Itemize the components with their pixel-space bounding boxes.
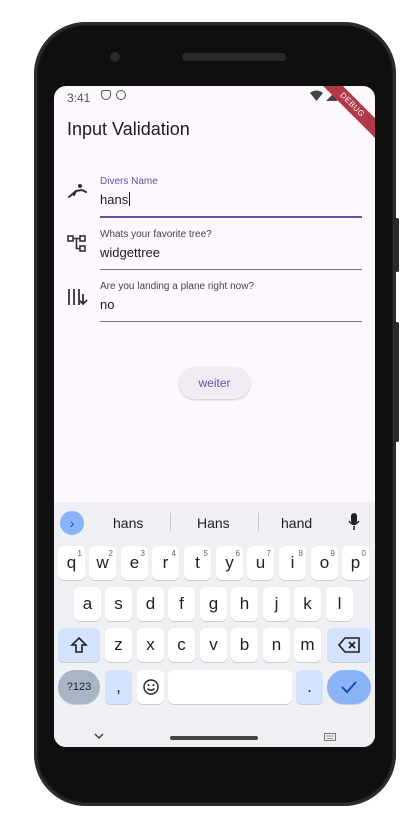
suggestion-1[interactable]: hans (113, 515, 143, 531)
backspace-icon (337, 637, 360, 653)
wifi-icon (310, 90, 323, 101)
key-t[interactable]: t5 (184, 546, 211, 580)
key-hint: 5 (203, 549, 208, 558)
key-i[interactable]: i8 (279, 546, 306, 580)
key-h[interactable]: h (231, 587, 258, 621)
volume-button (395, 218, 399, 272)
key-f[interactable]: f (168, 587, 195, 621)
key-hint: 4 (171, 549, 176, 558)
page-title: Input Validation (67, 119, 190, 139)
tree-structure-icon (67, 235, 86, 252)
field-underline (100, 269, 362, 270)
key-i-label: i (290, 553, 295, 572)
enter-key[interactable] (327, 670, 371, 704)
key-x[interactable]: x (137, 628, 164, 662)
key-hint: 8 (298, 549, 303, 558)
divers-name-field[interactable]: Divers Name hans (100, 176, 362, 218)
shield-icon (101, 90, 111, 100)
navigation-bar (54, 728, 375, 747)
emoji-key[interactable] (137, 670, 164, 704)
diver-icon (68, 184, 87, 198)
key-v[interactable]: v (200, 628, 227, 662)
hide-keyboard-icon[interactable] (94, 733, 104, 740)
key-t-label: t (195, 553, 200, 572)
favorite-tree-value: widgettree (100, 245, 160, 260)
shift-icon (70, 636, 88, 653)
key-y[interactable]: y6 (216, 546, 243, 580)
key-a[interactable]: a (74, 587, 101, 621)
symbols-key[interactable]: ?123 (58, 670, 100, 704)
space-key[interactable] (168, 670, 292, 704)
key-p[interactable]: p0 (342, 546, 369, 580)
status-time: 3:41 (67, 91, 91, 105)
key-hint: 3 (140, 549, 145, 558)
keyboard-switch-icon[interactable] (324, 733, 336, 741)
key-c[interactable]: c (168, 628, 195, 662)
status-bar: 3:41 DEBUG (54, 86, 375, 142)
emoji-icon (142, 679, 159, 695)
divers-name-value: hans (100, 192, 129, 207)
key-e[interactable]: e3 (121, 546, 148, 580)
key-l[interactable]: l (326, 587, 353, 621)
soft-keyboard: › hans Hans hand q1 w2 e3 r4 t5 y6 u7 i8… (54, 502, 375, 747)
key-r[interactable]: r4 (152, 546, 179, 580)
text-cursor (129, 192, 131, 206)
key-p-label: p (350, 553, 361, 572)
power-button (395, 322, 399, 442)
home-gesture-pill[interactable] (170, 736, 258, 740)
key-y-label: y (225, 553, 234, 572)
suggestion-bar: › hans Hans hand (54, 502, 375, 540)
key-w[interactable]: w2 (89, 546, 116, 580)
shift-key[interactable] (58, 628, 100, 662)
suggestion-2[interactable]: Hans (197, 515, 230, 531)
key-g[interactable]: g (200, 587, 227, 621)
weiter-button[interactable]: weiter (179, 367, 250, 399)
landing-plane-field[interactable]: Are you landing a plane right now? no (100, 281, 362, 323)
key-q-label: q (66, 553, 77, 572)
checkmark-icon (341, 681, 357, 694)
field-underline (100, 321, 362, 322)
key-d[interactable]: d (137, 587, 164, 621)
key-w-label: w (96, 553, 109, 572)
key-u-label: u (255, 553, 266, 572)
comma-key[interactable]: , (105, 670, 132, 704)
key-u[interactable]: u7 (247, 546, 274, 580)
key-hint: 2 (108, 549, 113, 558)
key-j[interactable]: j (263, 587, 290, 621)
key-o-label: o (319, 553, 330, 572)
earpiece-speaker (182, 53, 286, 61)
favorite-tree-label: Whats your favorite tree? (100, 229, 212, 240)
key-z[interactable]: z (105, 628, 132, 662)
flight-landing-icon (68, 289, 88, 306)
suggestion-divider (170, 513, 171, 531)
key-e-label: e (129, 553, 140, 572)
expand-toolbar-icon[interactable]: › (60, 511, 84, 535)
key-n[interactable]: n (263, 628, 290, 662)
landing-plane-label: Are you landing a plane right now? (100, 281, 254, 292)
key-k[interactable]: k (294, 587, 321, 621)
key-hint: 9 (330, 549, 335, 558)
key-r-label: r (162, 553, 169, 572)
sync-icon (116, 90, 126, 100)
key-hint: 7 (266, 549, 271, 558)
field-underline (100, 216, 362, 218)
key-m[interactable]: m (294, 628, 321, 662)
divers-name-label: Divers Name (100, 176, 158, 187)
key-o[interactable]: o9 (311, 546, 338, 580)
favorite-tree-field[interactable]: Whats your favorite tree? widgettree (100, 229, 362, 271)
key-hint: 1 (77, 549, 82, 558)
microphone-icon[interactable] (348, 513, 360, 531)
period-key[interactable]: . (296, 670, 323, 704)
app-screen: 3:41 DEBUG Input Validation Divers Name … (54, 86, 375, 747)
backspace-key[interactable] (327, 628, 371, 662)
front-camera (110, 52, 120, 62)
landing-plane-value: no (100, 297, 115, 312)
key-hint: 6 (235, 549, 240, 558)
key-b[interactable]: b (231, 628, 258, 662)
suggestion-3[interactable]: hand (281, 515, 312, 531)
key-s[interactable]: s (105, 587, 132, 621)
suggestion-divider (258, 513, 259, 531)
key-hint: 0 (361, 549, 366, 558)
key-q[interactable]: q1 (58, 546, 85, 580)
